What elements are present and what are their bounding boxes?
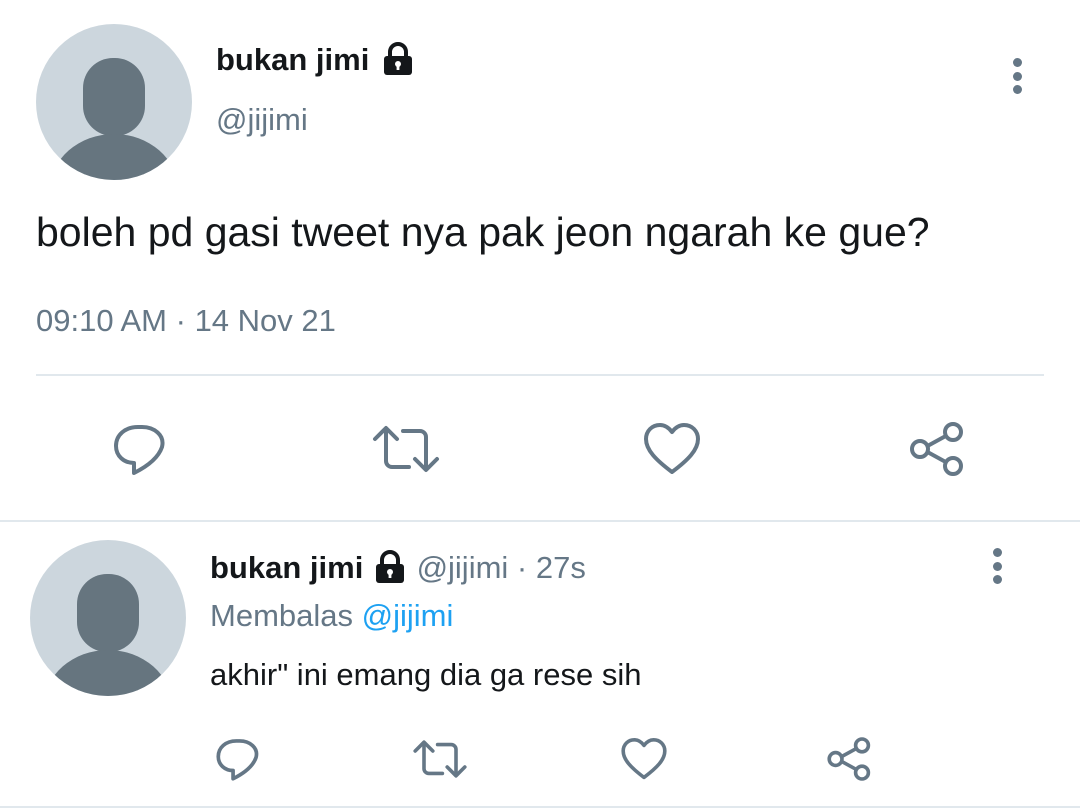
reply-tweet-avatar[interactable] [30,540,186,696]
divider [36,374,1044,376]
more-dot [992,561,1002,571]
lock-icon [383,41,412,75]
reply-button[interactable] [100,414,180,484]
more-dot [1012,85,1022,94]
retweet-button[interactable] [366,414,446,484]
separator-dot: · [516,550,528,585]
replying-to-link[interactable]: @jijimi [362,598,454,633]
main-tweet-timestamp: 09:10 AM · 14 Nov 21 [36,303,336,339]
share-button[interactable] [898,414,978,484]
reply-age: 27s [535,550,586,585]
more-dot [1012,58,1022,67]
heart-icon [621,738,667,780]
replying-to-line: Membalas @jijimi [210,598,453,634]
tweet-time: 09:10 AM [36,303,167,338]
reply-reply-button[interactable] [206,730,270,788]
reply-tweet-text: akhir" ini emang dia ga rese sih [210,657,642,692]
section-divider [0,520,1080,522]
reply-like-button[interactable] [612,730,676,788]
lock-icon [375,549,404,583]
tweet-date: 14 Nov 21 [194,303,336,338]
like-button[interactable] [632,414,712,484]
main-tweet-display-name[interactable]: bukan jimi [216,41,416,78]
more-options-button[interactable] [1006,58,1028,94]
retweet-icon [413,740,467,778]
heart-icon [644,423,700,474]
default-profile-icon [45,574,171,696]
reply-display-name[interactable]: bukan jimi [210,550,363,585]
main-tweet-avatar[interactable] [36,24,192,180]
reply-tweet-header: bukan jimi @jijimi · 27s [210,549,586,586]
reply-more-options-button[interactable] [986,548,1008,584]
share-icon [910,422,963,476]
more-dot [1012,71,1022,81]
reply-share-button[interactable] [818,730,882,788]
reply-retweet-button[interactable] [408,730,472,788]
reply-icon [114,425,165,475]
default-profile-icon [51,58,177,180]
replying-label: Membalas [210,598,353,633]
reply-handle[interactable]: @jijimi [417,550,509,585]
reply-icon [216,739,259,781]
more-dot [992,548,1002,557]
main-tweet-text: boleh pd gasi tweet nya pak jeon ngarah … [36,209,930,255]
display-name-text: bukan jimi [216,42,370,77]
bottom-divider [0,806,1080,808]
main-tweet-handle[interactable]: @jijimi [216,102,308,138]
retweet-icon [373,426,439,472]
separator-dot: · [175,303,186,338]
more-dot [992,575,1002,584]
share-icon [827,737,871,781]
